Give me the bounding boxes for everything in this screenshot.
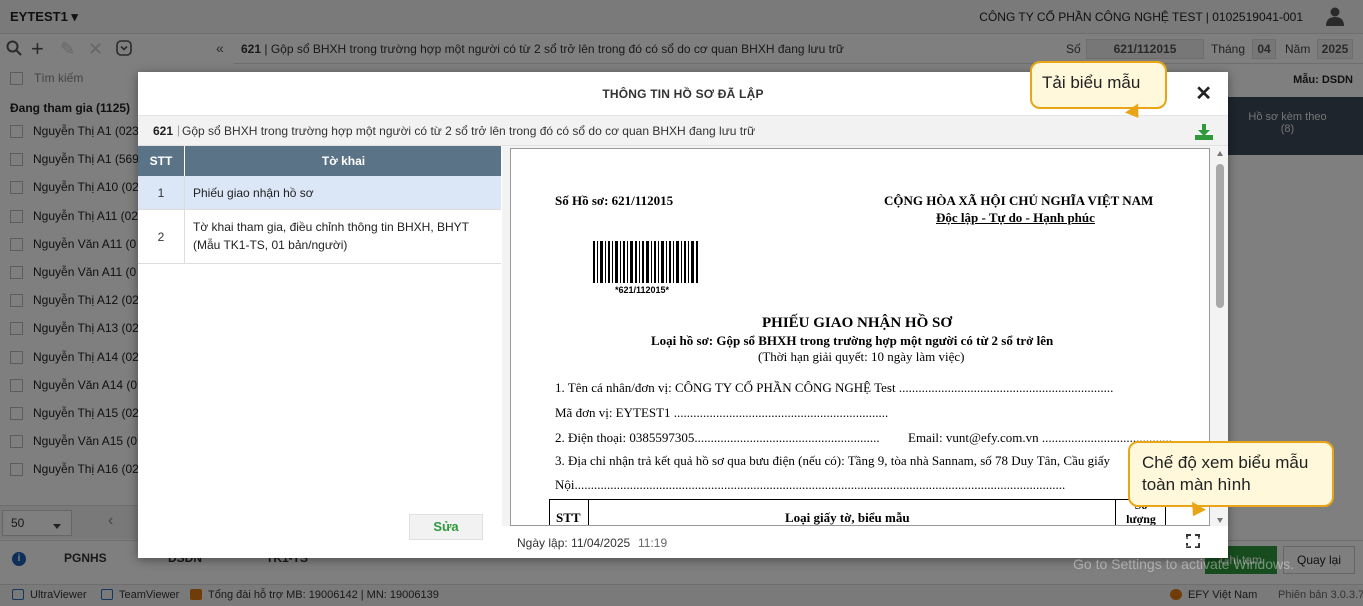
modal-doc-title: Gộp sổ BHXH trong trường hợp một người c… bbox=[182, 124, 756, 138]
doc-deadline: (Thời hạn giải quyết: 10 ngày làm việc) bbox=[758, 349, 965, 364]
fullscreen-callout: Chế độ xem biểu mẫu toàn màn hình bbox=[1128, 441, 1334, 507]
record-info-modal: THÔNG TIN HỒ SƠ ĐÃ LẬP ✕ 621 | Gộp sổ BH… bbox=[138, 72, 1228, 558]
doc-line-4: 3. Địa chỉ nhận trả kết quả hồ sơ qua bư… bbox=[555, 453, 1110, 468]
activation-watermark: Activate Windows bbox=[1073, 531, 1216, 551]
doc-line-1: 1. Tên cá nhân/đơn vị: CÔNG TY CỔ PHẦN C… bbox=[555, 380, 1114, 395]
download-icon[interactable] bbox=[1194, 124, 1214, 140]
doc-motto: Độc lập - Tự do - Hạnh phúc bbox=[936, 210, 1095, 225]
doc-so-ho-so: Số Hồ sơ: 621/112015 bbox=[555, 193, 674, 208]
divider bbox=[1115, 500, 1116, 525]
doc-line-5: Nội.....................................… bbox=[555, 477, 1066, 492]
document-preview: Số Hồ sơ: 621/112015 CỘNG HÒA XÃ HỘI CHỦ… bbox=[502, 146, 1228, 558]
scroll-thumb[interactable] bbox=[1216, 164, 1224, 308]
barcode-text: *621/112015* bbox=[615, 285, 670, 295]
doc-title: PHIẾU GIAO NHẬN HỒ SƠ bbox=[762, 315, 953, 331]
forms-table: STT Tờ khai 1 Phiếu giao nhận hồ sơ 2 Tờ… bbox=[138, 146, 501, 264]
close-icon[interactable]: ✕ bbox=[1195, 84, 1212, 104]
document-page: Số Hồ sơ: 621/112015 CỘNG HÒA XÃ HỘI CHỦ… bbox=[510, 148, 1210, 526]
table-header: STT Tờ khai bbox=[138, 146, 501, 176]
doc-nation: CỘNG HÒA XÃ HỘI CHỦ NGHĨA VIỆT NAM bbox=[884, 193, 1154, 208]
activation-watermark-sub: Go to Settings to activate Windows. bbox=[1073, 556, 1294, 572]
barcode bbox=[593, 241, 698, 283]
edit-button[interactable]: Sửa bbox=[409, 514, 483, 540]
doc-line-3a: 2. Điện thoại: 0385597305...............… bbox=[555, 430, 880, 445]
divider bbox=[588, 500, 589, 525]
scroll-down-icon[interactable] bbox=[1217, 518, 1223, 523]
created-time: 11:19 bbox=[638, 536, 668, 550]
doc-type-line: Loại hồ sơ: Gộp sổ BHXH trong trường hợp… bbox=[651, 333, 1054, 348]
doc-col-stt: STT bbox=[556, 510, 581, 525]
scroll-up-icon[interactable] bbox=[1217, 151, 1223, 156]
created-date: Ngày lập: 11/04/2025 bbox=[517, 536, 631, 550]
doc-items-table: STT Loại giấy tờ, biểu mẫu Số lượng bbox=[549, 498, 1209, 525]
doc-line-2: Mã đơn vị: EYTEST1 .....................… bbox=[555, 405, 889, 420]
table-row[interactable]: 1 Phiếu giao nhận hồ sơ bbox=[138, 176, 501, 210]
download-callout: Tải biểu mẫu bbox=[1030, 61, 1167, 109]
table-row[interactable]: 2 Tờ khai tham gia, điều chỉnh thông tin… bbox=[138, 210, 501, 264]
modal-doc-code: 621 bbox=[153, 124, 174, 138]
modal-subheader: 621 | Gộp sổ BHXH trong trường hợp một n… bbox=[138, 116, 1228, 146]
divider: | bbox=[177, 123, 181, 137]
doc-col-type: Loại giấy tờ, biểu mẫu bbox=[785, 510, 910, 525]
